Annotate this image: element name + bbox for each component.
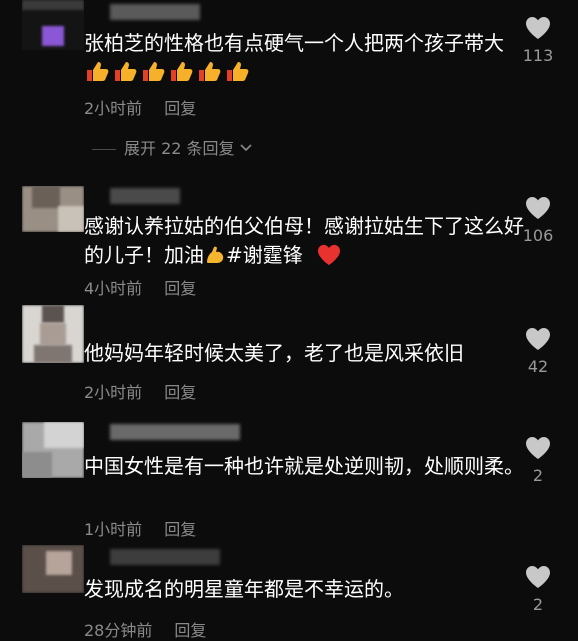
comment-body: 感谢认养拉姑的伯父伯母！感谢拉姑生下了这么好的儿子！加油	[84, 214, 524, 267]
like-button[interactable]: 2	[518, 436, 558, 485]
avatar[interactable]	[22, 0, 84, 50]
comment-body: 中国女性是有一种也许就是处逆则韧，处顺则柔。	[84, 454, 524, 478]
like-count: 2	[532, 595, 544, 614]
heart-icon	[526, 328, 550, 350]
like-count: 42	[527, 357, 549, 376]
like-count: 113	[522, 46, 554, 65]
reply-button[interactable]: 回复	[164, 520, 196, 539]
reply-button[interactable]: 回复	[164, 279, 196, 298]
thumbs-up-icon	[171, 62, 193, 81]
hashtag-link[interactable]: #谢霆锋	[226, 243, 303, 267]
comment-meta: 1小时前 回复	[84, 516, 196, 540]
comment-item: 发现成名的明星童年都是不幸运的。 28分钟前 回复 2	[0, 545, 578, 640]
reply-button[interactable]: 回复	[174, 621, 206, 640]
reply-button[interactable]: 回复	[164, 99, 196, 118]
comment-item: 感谢认养拉姑的伯父伯母！感谢拉姑生下了这么好的儿子！加油 #谢霆锋 4小时前 回复 …	[0, 180, 578, 305]
like-count: 2	[532, 466, 544, 485]
comment-meta: 2小时前 回复	[84, 379, 196, 403]
timestamp: 2小时前	[84, 99, 143, 118]
heart-icon	[526, 437, 550, 459]
comment-meta: 4小时前 回复	[84, 275, 196, 299]
username[interactable]	[110, 4, 200, 20]
avatar[interactable]	[22, 305, 84, 363]
timestamp: 4小时前	[84, 279, 143, 298]
avatar[interactable]	[22, 422, 84, 478]
thumbs-up-emoji-row	[84, 60, 252, 84]
expand-replies-button[interactable]: 展开 22 条回复	[92, 135, 253, 159]
comment-text: 发现成名的明星童年都是不幸运的。	[84, 575, 524, 604]
comment-text: 中国女性是有一种也许就是处逆则韧，处顺则柔。	[84, 452, 524, 481]
thumbs-up-icon	[143, 62, 165, 81]
like-count: 106	[522, 226, 554, 245]
chevron-down-icon	[239, 144, 252, 152]
username[interactable]	[110, 424, 240, 440]
thumbs-up-icon	[87, 62, 109, 81]
comment-meta: 2小时前 回复	[84, 95, 196, 119]
comment-body: 张柏芝的性格也有点硬气一个人把两个孩子带大	[84, 31, 504, 55]
comment-meta: 28分钟前 回复	[84, 617, 206, 641]
comment-text: 张柏芝的性格也有点硬气一个人把两个孩子带大	[84, 29, 524, 87]
comment-body: 发现成名的明星童年都是不幸运的。	[84, 577, 404, 601]
comment-body: 他妈妈年轻时候太美了，老了也是风采依旧	[84, 341, 464, 365]
timestamp: 1小时前	[84, 520, 143, 539]
expand-replies-label: 展开 22 条回复	[124, 139, 235, 158]
heart-icon	[526, 197, 550, 219]
timestamp: 2小时前	[84, 383, 143, 402]
thumbs-up-icon	[199, 62, 221, 81]
like-button[interactable]: 2	[518, 565, 558, 614]
red-heart-icon	[318, 244, 341, 266]
username[interactable]	[110, 188, 180, 204]
username[interactable]	[110, 549, 220, 565]
comment-item: 张柏芝的性格也有点硬气一个人把两个孩子带大 2小时前 回复 展开 22 条回复 1…	[0, 0, 578, 170]
avatar[interactable]	[22, 545, 84, 593]
timestamp: 28分钟前	[84, 621, 153, 640]
divider	[92, 149, 116, 150]
heart-icon	[526, 566, 550, 588]
thumbs-up-icon	[115, 62, 137, 81]
avatar[interactable]	[22, 186, 84, 232]
comment-item: 他妈妈年轻时候太美了，老了也是风采依旧 2小时前 回复 42	[0, 305, 578, 410]
comment-text: 感谢认养拉姑的伯父伯母！感谢拉姑生下了这么好的儿子！加油 #谢霆锋	[84, 212, 524, 270]
flexed-biceps-icon	[207, 246, 224, 263]
like-button[interactable]: 113	[518, 16, 558, 65]
like-button[interactable]: 106	[518, 196, 558, 245]
heart-icon	[526, 17, 550, 39]
comment-text: 他妈妈年轻时候太美了，老了也是风采依旧	[84, 339, 524, 368]
like-button[interactable]: 42	[518, 327, 558, 376]
comment-item: 中国女性是有一种也许就是处逆则韧，处顺则柔。 1小时前 回复 2	[0, 420, 578, 545]
reply-button[interactable]: 回复	[164, 383, 196, 402]
thumbs-up-icon	[227, 62, 249, 81]
